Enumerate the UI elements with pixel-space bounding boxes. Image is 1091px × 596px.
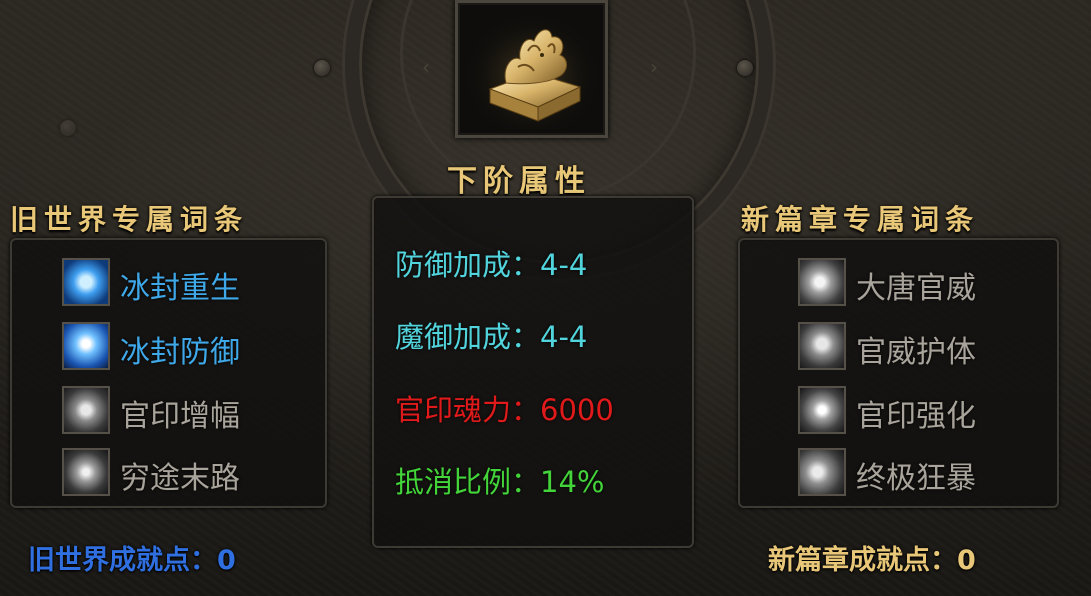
right-title: 新篇章专属词条 (741, 203, 980, 236)
stat-defense-label: 防御加成： (395, 248, 541, 282)
left-entry-label: 穷途末路 (120, 461, 240, 496)
tang-authority-icon (798, 258, 846, 306)
ice-rebirth-icon (62, 258, 110, 306)
stat-offset-ratio-label: 抵消比例： (395, 465, 541, 499)
gold-dragon-seal-icon (468, 11, 596, 129)
rivet-right (737, 60, 753, 76)
chevron-left-icon: ‹ (422, 55, 430, 79)
stat-seal-soul-label: 官印魂力： (395, 393, 541, 427)
dead-end-icon (62, 448, 110, 496)
left-entry-label: 官印增幅 (120, 399, 240, 434)
stat-offset-ratio: 抵消比例：14% (395, 459, 604, 501)
right-entry-label: 官印强化 (856, 399, 976, 434)
right-entry-label: 终极狂暴 (856, 461, 976, 496)
left-points: 旧世界成就点：0 (28, 538, 236, 577)
right-points-label: 新篇章成就点： (768, 545, 957, 576)
left-points-label: 旧世界成就点： (28, 545, 217, 576)
authority-shield-icon (798, 322, 846, 370)
rivet-far-left (60, 120, 76, 136)
stat-defense-value: 4-4 (540, 248, 588, 282)
rivet-left (314, 60, 330, 76)
stat-offset-ratio-value: 14% (540, 465, 605, 499)
left-points-value: 0 (217, 545, 236, 576)
right-entry-label: 官威护体 (856, 335, 976, 370)
item-icon-slot[interactable] (455, 0, 608, 138)
stat-seal-soul: 官印魂力：6000 (395, 387, 614, 429)
right-points-value: 0 (957, 545, 976, 576)
seal-amplify-icon (62, 386, 110, 434)
left-title: 旧世界专属词条 (10, 203, 249, 236)
left-entry-label: 冰封重生 (120, 271, 240, 306)
stat-magic-defense-label: 魔御加成： (395, 320, 541, 354)
right-entry-label: 大唐官威 (856, 271, 976, 306)
left-entry-label: 冰封防御 (120, 335, 240, 370)
seal-enhance-icon (798, 386, 846, 434)
ultimate-rage-icon (798, 448, 846, 496)
stat-defense: 防御加成：4-4 (395, 242, 587, 284)
stat-seal-soul-value: 6000 (540, 393, 614, 427)
chevron-right-icon: › (650, 55, 658, 79)
right-points: 新篇章成就点：0 (768, 538, 976, 577)
stat-magic-defense: 魔御加成：4-4 (395, 314, 587, 356)
stat-magic-defense-value: 4-4 (540, 320, 588, 354)
ice-defense-icon (62, 322, 110, 370)
center-title: 下阶属性 (447, 164, 591, 199)
